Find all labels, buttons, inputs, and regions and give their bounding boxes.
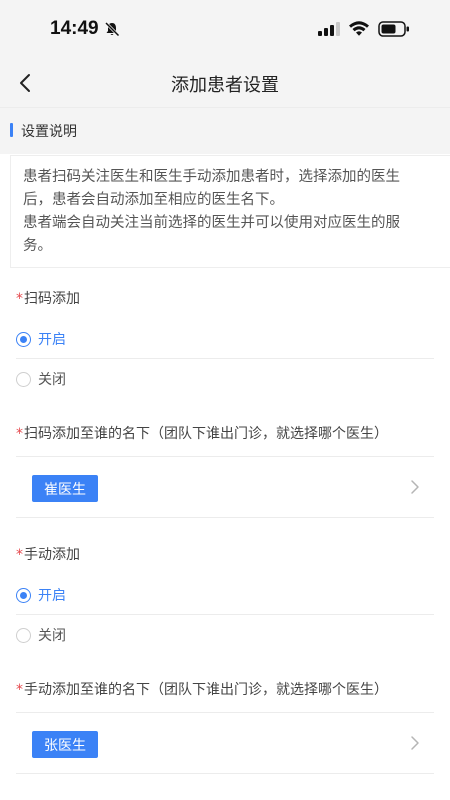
status-bar: 14:49 [0,0,450,58]
wifi-icon [349,21,369,36]
selected-doctor-chip: 崔医生 [32,475,98,502]
section-header: 设置说明 [0,108,450,154]
manual-add-label-text: 手动添加 [24,547,80,563]
radio-unchecked-icon[interactable] [16,627,31,643]
scan-add-target-label-text: 扫码添加至谁的名下（团队下谁出门诊，就选择哪个医生） [24,426,388,442]
radio-label: 开启 [38,588,66,604]
required-mark: * [16,291,23,307]
radio-unchecked-icon[interactable] [16,371,31,387]
scan-add-doctor-picker[interactable]: 崔医生 [16,456,434,518]
manual-add-doctor-picker[interactable]: 张医生 [16,712,434,774]
radio-checked-icon[interactable] [16,331,31,347]
required-mark: * [16,547,23,563]
required-mark: * [16,682,23,698]
bell-off-icon [104,21,120,37]
status-time: 14:49 [50,18,99,39]
radio-label: 关闭 [38,628,66,644]
chevron-right-icon [411,736,419,750]
description-line: 后，患者会自动添加至相应的医生名下。 [23,192,284,208]
chevron-right-icon [411,480,419,494]
description-line: 务。 [23,238,52,254]
scan-add-label-text: 扫码添加 [24,291,80,307]
manual-add-label: *手动添加 [16,544,80,564]
manual-add-option-off[interactable]: 关闭 [16,615,434,655]
selected-doctor-chip: 张医生 [32,731,98,758]
manual-add-target-label: *手动添加至谁的名下（团队下谁出门诊，就选择哪个医生） [16,679,388,699]
scan-add-option-off[interactable]: 关闭 [16,359,434,399]
page-title: 添加患者设置 [171,75,279,96]
manual-add-target-label-text: 手动添加至谁的名下（团队下谁出门诊，就选择哪个医生） [24,682,388,698]
description-line: 患者端会自动关注当前选择的医生并可以使用对应医生的服 [23,215,400,231]
scan-add-label: *扫码添加 [16,288,80,308]
section-accent-bar [10,123,13,137]
scan-add-option-on[interactable]: 开启 [16,319,434,359]
battery-icon [378,21,409,37]
section-title: 设置说明 [21,124,77,140]
scan-add-target-label: *扫码添加至谁的名下（团队下谁出门诊，就选择哪个医生） [16,423,388,443]
required-mark: * [16,426,23,442]
manual-add-option-on[interactable]: 开启 [16,575,434,615]
navigation-bar: 添加患者设置 [0,58,450,108]
cellular-signal-icon [318,22,340,36]
description-line: 患者扫码关注医生和医生手动添加患者时，选择添加的医生 [23,169,400,185]
radio-label: 开启 [38,332,66,348]
settings-description: 患者扫码关注医生和医生手动添加患者时，选择添加的医生 后，患者会自动添加至相应的… [10,155,450,268]
radio-checked-icon[interactable] [16,587,31,603]
radio-label: 关闭 [38,372,66,388]
